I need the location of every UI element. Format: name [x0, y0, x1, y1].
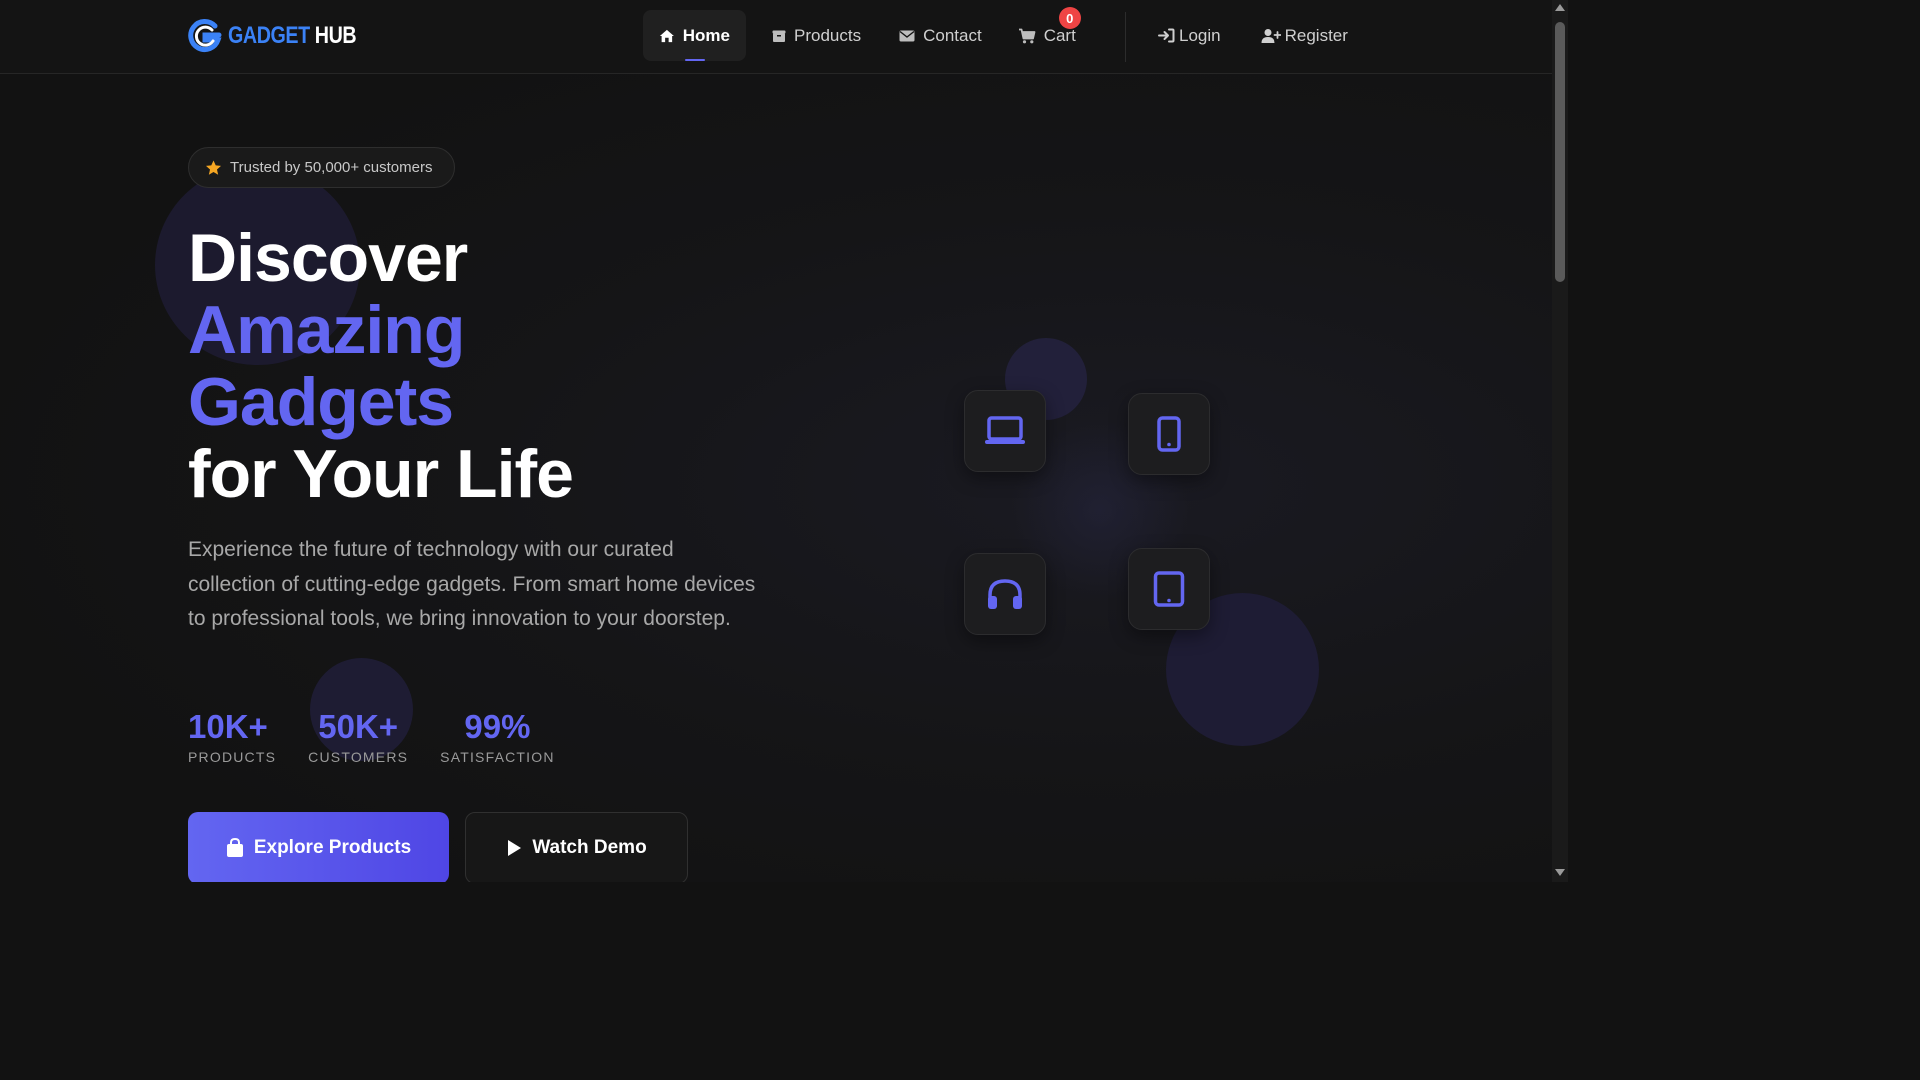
- logo-g-icon: [188, 19, 222, 52]
- page: GADGET HUB Home Products Contact Cart 0: [0, 0, 1552, 882]
- stat-customers: 50K+ CUSTOMERS: [308, 708, 408, 765]
- watch-demo-button[interactable]: Watch Demo: [465, 812, 688, 882]
- hero-description: Experience the future of technology with…: [188, 538, 756, 630]
- nav-register[interactable]: Register: [1245, 10, 1364, 61]
- shopping-bag-icon: [226, 838, 243, 857]
- envelope-icon: [899, 30, 915, 41]
- nav-products[interactable]: Products: [756, 10, 877, 61]
- hero-stats: 10K+ PRODUCTS 50K+ CUSTOMERS 99% SATISFA…: [188, 708, 587, 765]
- scroll-up-arrow-icon[interactable]: [1555, 4, 1565, 11]
- scroll-down-arrow-icon[interactable]: [1555, 869, 1565, 876]
- nav-products-label: Products: [794, 25, 862, 45]
- nav-login[interactable]: Login: [1142, 10, 1237, 61]
- tablet-icon: [1153, 571, 1185, 607]
- tablet-card: [1128, 548, 1210, 630]
- hero-headline: Discover Amazing Gadgets for Your Life: [188, 220, 574, 512]
- stat-value: 10K+: [188, 708, 268, 745]
- explore-products-label: Explore Products: [253, 837, 412, 858]
- trust-badge-text: Trusted by 50,000+ customers: [230, 159, 433, 176]
- stat-products: 10K+ PRODUCTS: [188, 708, 276, 765]
- brand-name-part-2: HUB: [314, 22, 357, 49]
- nav-contact-label: Contact: [923, 25, 982, 45]
- main-nav: Home Products Contact Cart 0: [643, 7, 1092, 61]
- nav-login-label: Login: [1179, 25, 1221, 45]
- nav-cart[interactable]: Cart 0: [1002, 7, 1092, 61]
- box-icon: [772, 30, 786, 42]
- navbar: GADGET HUB Home Products Contact Cart 0: [0, 0, 1552, 74]
- user-plus-icon: [1261, 28, 1281, 43]
- headline-line-4: for Your Life: [188, 436, 574, 512]
- headline-line-1: Discover: [188, 220, 468, 296]
- cart-count-badge: 0: [1058, 7, 1081, 29]
- nav-divider: [1125, 12, 1126, 62]
- vertical-scrollbar[interactable]: [1552, 0, 1568, 882]
- watch-demo-label: Watch Demo: [532, 837, 647, 858]
- nav-register-label: Register: [1284, 25, 1348, 45]
- auth-nav: Login Register: [1142, 10, 1364, 61]
- headline-line-2: Amazing: [188, 292, 465, 368]
- trust-badge: Trusted by 50,000+ customers: [188, 147, 455, 188]
- star-icon: [205, 160, 222, 175]
- headphones-card: [964, 553, 1046, 635]
- cart-icon: [1018, 28, 1036, 43]
- nav-home-label: Home: [682, 25, 730, 45]
- laptop-icon: [985, 416, 1025, 444]
- nav-contact[interactable]: Contact: [883, 10, 998, 61]
- brand-name: GADGET HUB: [228, 22, 357, 50]
- explore-products-button[interactable]: Explore Products: [188, 812, 449, 882]
- sign-in-icon: [1158, 28, 1175, 43]
- mobile-phone-icon: [1157, 416, 1181, 452]
- laptop-card: [964, 390, 1046, 472]
- scrollbar-thumb[interactable]: [1555, 22, 1565, 282]
- stat-label: SATISFACTION: [440, 749, 555, 765]
- mobile-card: [1128, 393, 1210, 475]
- nav-home[interactable]: Home: [643, 10, 746, 61]
- stat-satisfaction: 99% SATISFACTION: [440, 708, 555, 765]
- brand-logo[interactable]: GADGET HUB: [188, 18, 384, 54]
- play-icon: [508, 840, 522, 856]
- stat-label: PRODUCTS: [188, 749, 277, 765]
- home-icon: [659, 29, 674, 42]
- stat-value: 50K+: [318, 708, 399, 745]
- headphones-icon: [988, 579, 1022, 609]
- stat-value: 99%: [464, 708, 531, 745]
- headline-line-3: Gadgets: [188, 364, 454, 440]
- brand-name-part-1: GADGET: [228, 22, 310, 49]
- stat-label: CUSTOMERS: [308, 749, 409, 765]
